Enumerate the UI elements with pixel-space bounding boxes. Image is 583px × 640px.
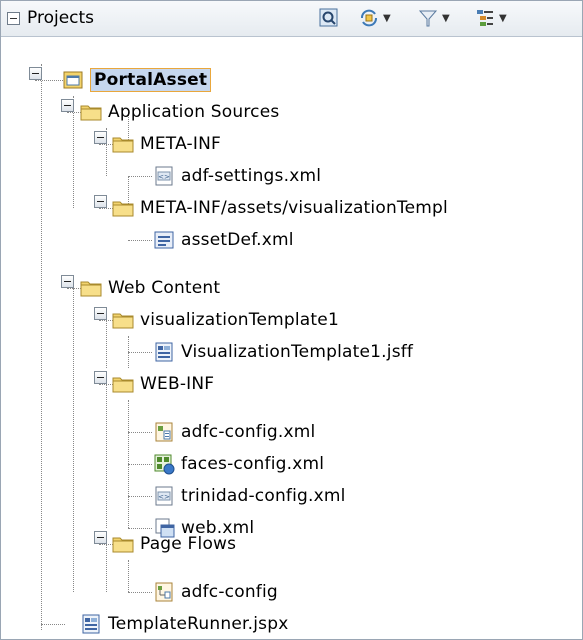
- tree-node-label: META-INF/assets/visualizationTempl: [140, 198, 448, 218]
- refresh-button[interactable]: ▼: [358, 7, 391, 29]
- task-flow-diagram-icon: [155, 582, 173, 602]
- chevron-down-icon: ▼: [499, 12, 507, 24]
- tree-node-label: adfc-config.xml: [181, 422, 316, 442]
- layout-options-button[interactable]: ▼: [474, 7, 507, 29]
- project-tree: PortalAsset Application Sources META-INF…: [1, 37, 582, 639]
- projects-panel: Projects ▼ ▼ ▼ PortalAsset Application S…: [0, 0, 583, 640]
- tree-node-trinidad-config[interactable]: <> trinidad-config.xml: [153, 480, 346, 512]
- tree-node-web-inf[interactable]: WEB-INF: [112, 368, 214, 400]
- tree-node-label: visualizationTemplate1: [140, 310, 339, 330]
- folder-icon: [80, 281, 102, 297]
- tree-node-adfc-config-xml[interactable]: adfc-config.xml: [153, 416, 315, 448]
- folder-icon: [112, 313, 134, 329]
- project-navigator-icon: [319, 8, 338, 27]
- xml-file-icon: <>: [155, 486, 173, 506]
- collapse-toggle-icon[interactable]: [94, 531, 107, 544]
- asset-definition-icon: [154, 231, 174, 249]
- svg-text:<>: <>: [158, 493, 170, 501]
- collapse-toggle-icon[interactable]: [61, 99, 74, 112]
- task-flow-config-icon: [155, 422, 173, 442]
- tree-node-label: adfc-config: [181, 582, 278, 602]
- tree-node-meta-inf-assets[interactable]: META-INF/assets/visualizationTempl: [112, 192, 448, 224]
- tree-node-label: PortalAsset: [90, 68, 212, 92]
- jspx-page-icon: [82, 614, 100, 634]
- folder-icon: [112, 137, 134, 153]
- panel-title: Projects: [27, 8, 95, 28]
- folder-icon: [80, 105, 102, 121]
- folder-icon: [112, 377, 134, 393]
- tree-node-meta-inf[interactable]: META-INF: [112, 128, 221, 160]
- tree-node-label: trinidad-config.xml: [181, 486, 346, 506]
- tree-node-visualization-template-folder[interactable]: visualizationTemplate1: [112, 304, 339, 336]
- tree-node-label: META-INF: [140, 134, 221, 154]
- filter-button[interactable]: ▼: [417, 7, 450, 29]
- tree-node-label: WEB-INF: [140, 374, 215, 394]
- tree-node-application-sources[interactable]: Application Sources: [80, 96, 279, 128]
- collapse-toggle-icon[interactable]: [94, 195, 107, 208]
- tree-node-label: Page Flows: [140, 534, 237, 554]
- filter-icon: [418, 10, 438, 27]
- collapse-toggle-icon[interactable]: [61, 275, 74, 288]
- tree-node-adfc-config[interactable]: adfc-config: [153, 576, 278, 608]
- collapse-toggle-icon[interactable]: [29, 67, 42, 80]
- tree-layout-icon: [477, 10, 493, 26]
- tree-node-web-content[interactable]: Web Content: [80, 272, 220, 304]
- project-icon: [63, 71, 83, 89]
- tree-node-label: TemplateRunner.jspx: [108, 614, 289, 634]
- svg-text:<>: <>: [158, 173, 170, 181]
- faces-config-icon: [154, 454, 175, 475]
- folder-icon: [112, 537, 134, 553]
- projects-header: Projects ▼ ▼ ▼: [1, 1, 582, 37]
- chevron-down-icon: ▼: [383, 12, 391, 24]
- tree-node-label: Application Sources: [108, 102, 280, 122]
- tree-node-faces-config[interactable]: faces-config.xml: [153, 448, 324, 480]
- tree-node-page-flows[interactable]: Page Flows: [112, 528, 236, 560]
- tree-node-label: faces-config.xml: [181, 454, 325, 474]
- navigator-button[interactable]: [318, 7, 340, 29]
- chevron-down-icon: ▼: [442, 12, 450, 24]
- collapse-toggle-icon[interactable]: [94, 131, 107, 144]
- xml-file-icon: <>: [155, 166, 173, 186]
- tree-node-label: Web Content: [108, 278, 221, 298]
- tree-node-label: adf-settings.xml: [181, 166, 322, 186]
- tree-node-adf-settings[interactable]: <> adf-settings.xml: [153, 160, 321, 192]
- tree-node-visualization-template-jsff[interactable]: VisualizationTemplate1.jsff: [153, 336, 413, 368]
- tree-node-portalasset[interactable]: PortalAsset: [62, 64, 212, 96]
- tree-node-template-runner[interactable]: TemplateRunner.jspx: [80, 608, 289, 639]
- collapse-toggle-icon[interactable]: [94, 371, 107, 384]
- tree-node-asset-def[interactable]: assetDef.xml: [153, 224, 294, 256]
- minimize-panel-icon[interactable]: [7, 12, 20, 25]
- refresh-icon: [361, 9, 377, 27]
- folder-icon: [112, 201, 134, 217]
- collapse-toggle-icon[interactable]: [94, 307, 107, 320]
- page-fragment-icon: [155, 342, 173, 362]
- tree-node-label: VisualizationTemplate1.jsff: [181, 342, 414, 362]
- tree-node-label: assetDef.xml: [181, 230, 294, 250]
